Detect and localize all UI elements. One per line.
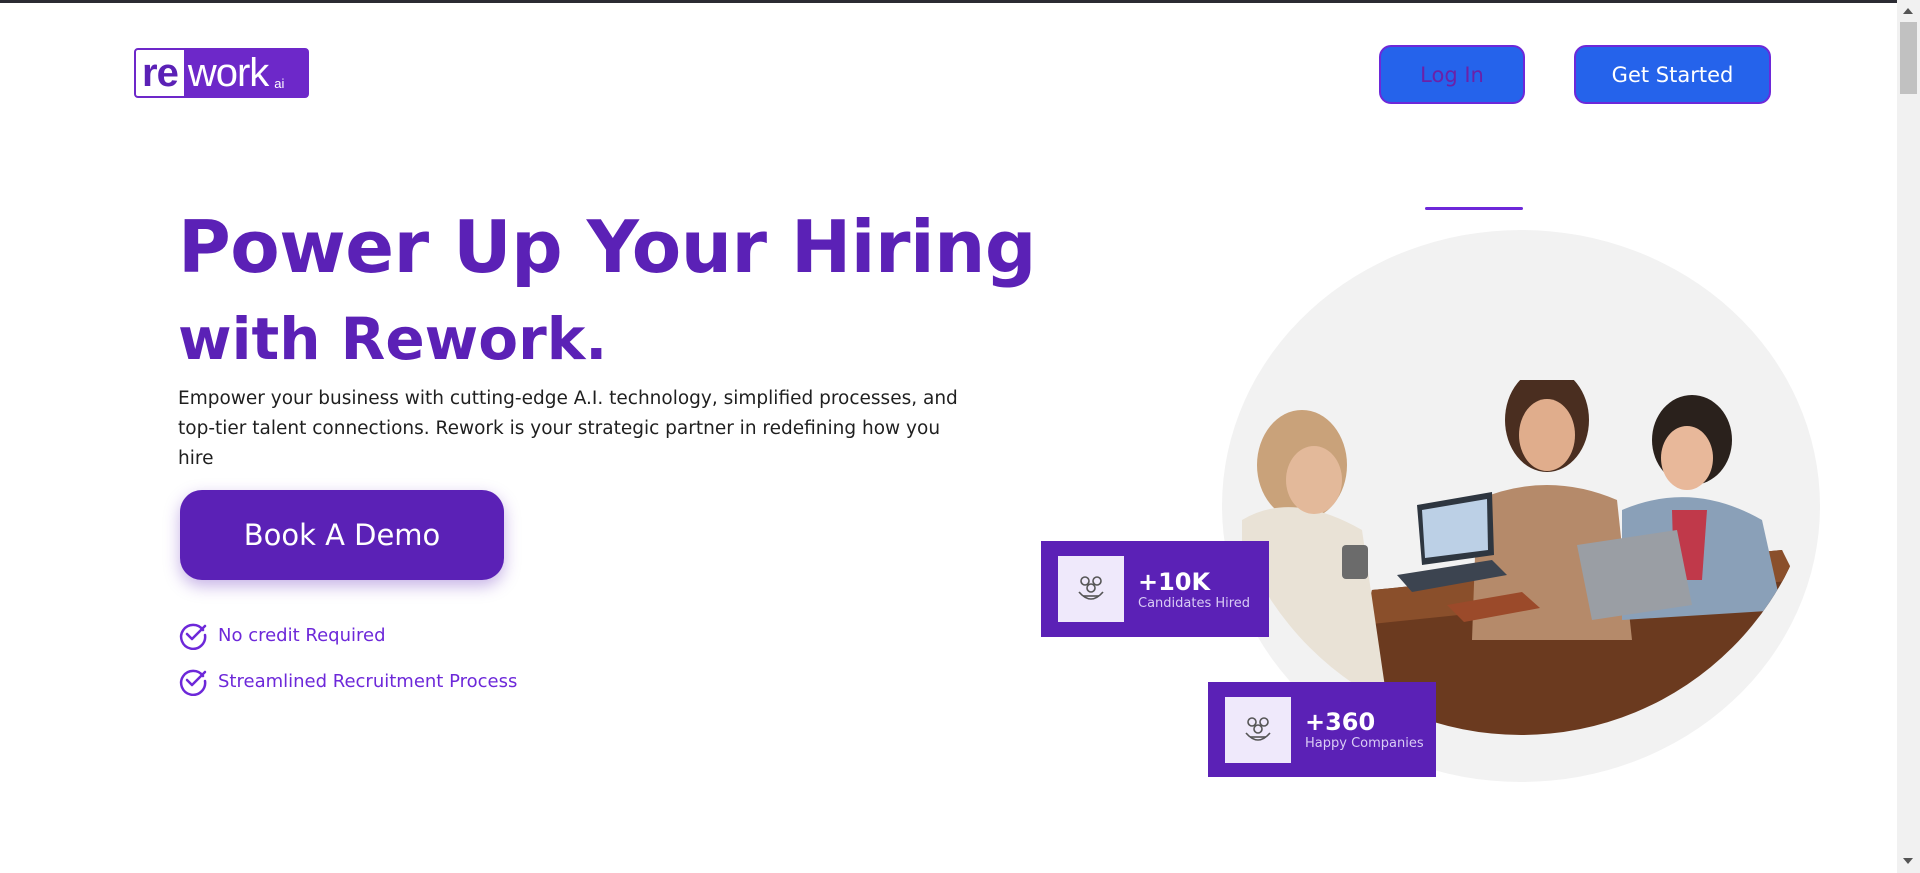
- check-circle-icon: [179, 623, 207, 650]
- stat-value: +360: [1305, 708, 1376, 736]
- decorative-line: [1425, 207, 1523, 210]
- page-scrollbar[interactable]: [1897, 0, 1920, 873]
- stat-label: Happy Companies: [1305, 736, 1424, 751]
- rework-logo[interactable]: re work ai: [134, 48, 309, 98]
- hero-title: Power Up Your Hiring: [178, 205, 1036, 289]
- login-button[interactable]: Log In: [1379, 45, 1525, 104]
- logo-ai: ai: [274, 75, 285, 91]
- scrollbar-thumb[interactable]: [1900, 22, 1917, 94]
- stat-icon-box: [1058, 556, 1124, 622]
- check-item: Streamlined Recruitment Process: [178, 666, 517, 696]
- stat-card-companies: +360 Happy Companies: [1208, 682, 1436, 777]
- stat-icon-box: [1225, 696, 1291, 763]
- scroll-up-arrow-icon[interactable]: [1903, 8, 1913, 14]
- browser-top-border: [0, 0, 1920, 3]
- hero-description: Empower your business with cutting-edge …: [178, 388, 958, 469]
- check-item: No credit Required: [178, 620, 386, 650]
- logo-re: re: [136, 50, 184, 96]
- check-label: Streamlined Recruitment Process: [218, 670, 518, 692]
- check-label: No credit Required: [218, 624, 386, 646]
- group-icon: [1078, 576, 1104, 600]
- stat-label: Candidates Hired: [1138, 595, 1251, 611]
- check-circle-icon: [179, 669, 207, 696]
- stat-card-candidates: +10K Candidates Hired: [1041, 541, 1269, 637]
- group-icon: [1245, 716, 1271, 741]
- hero-subtitle: with Rework.: [178, 305, 608, 373]
- stat-value: +10K: [1138, 567, 1211, 596]
- book-demo-button[interactable]: Book A Demo: [180, 490, 504, 580]
- scroll-down-arrow-icon[interactable]: [1903, 858, 1913, 864]
- get-started-button[interactable]: Get Started: [1574, 45, 1771, 104]
- logo-work: work: [187, 50, 269, 95]
